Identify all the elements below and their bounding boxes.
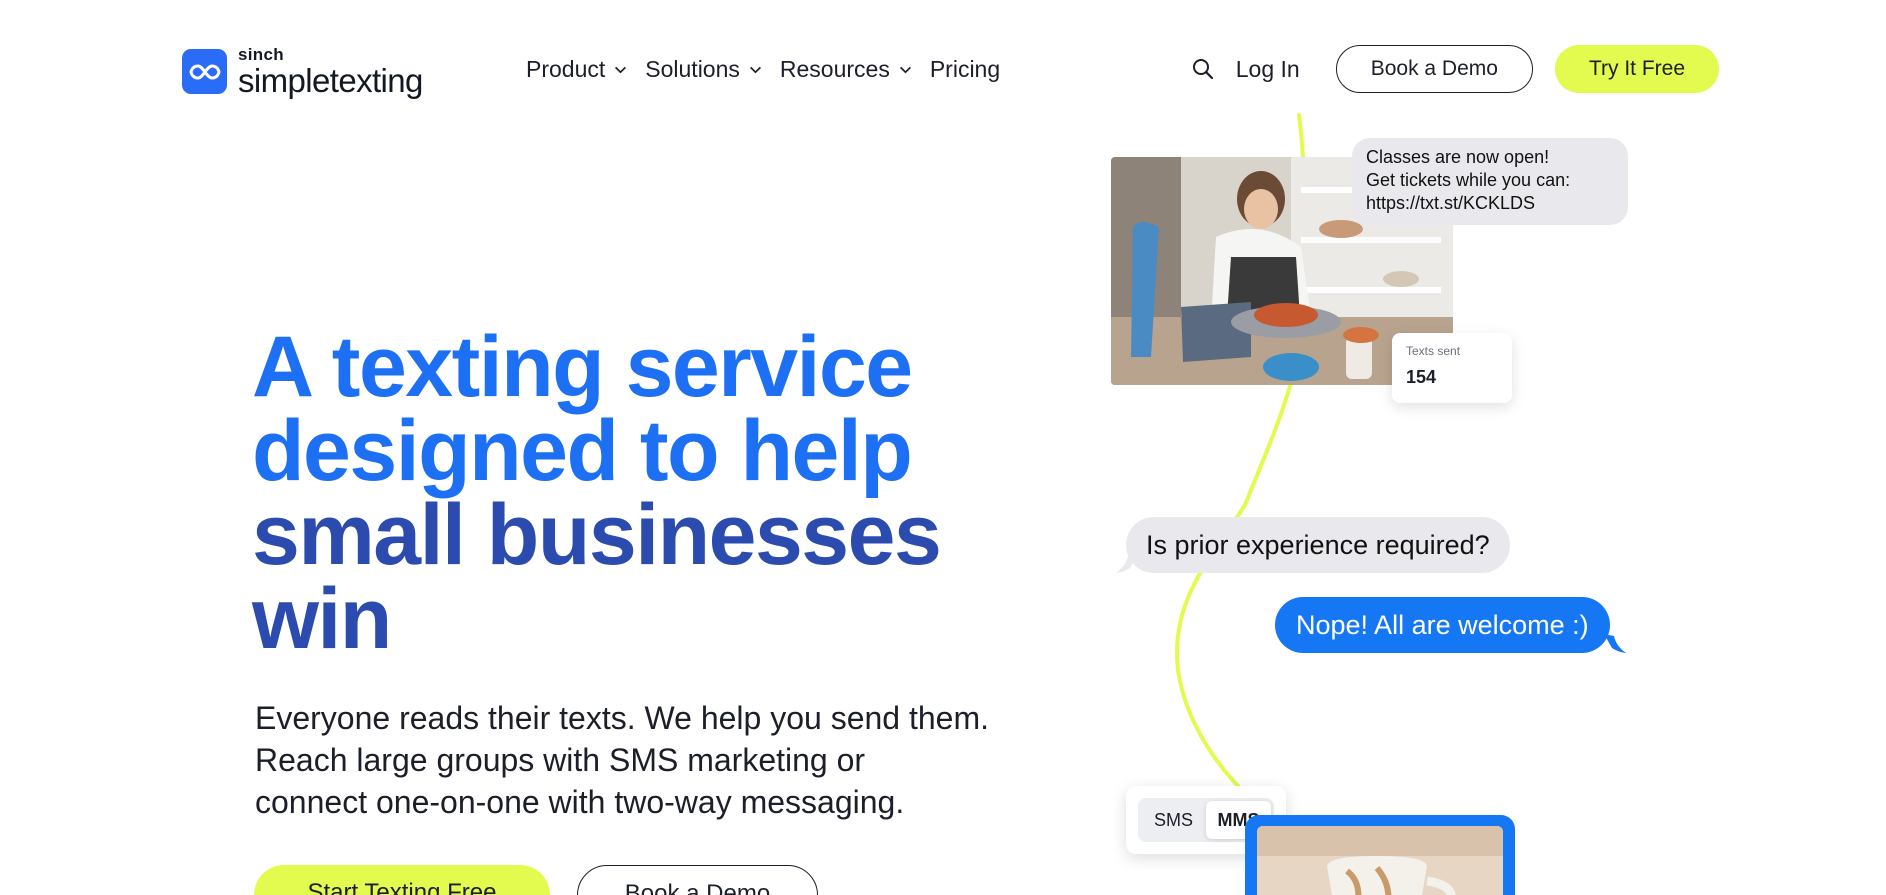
- phone-screen-image: [1257, 826, 1503, 895]
- hero-book-demo-button[interactable]: Book a Demo: [577, 865, 818, 895]
- hero-subtitle-line: connect one-on-one with two-way messagin…: [255, 784, 905, 820]
- main-nav: Product Solutions Resources Pricing: [522, 52, 1004, 87]
- phone-mockup: [1245, 815, 1515, 895]
- hero-title-line: small businesses: [252, 487, 942, 583]
- site-header: sinch simpletexting Product Solutions Re…: [0, 0, 1886, 140]
- nav-item-resources[interactable]: Resources: [776, 52, 916, 87]
- start-texting-free-button[interactable]: Start Texting Free: [254, 865, 550, 895]
- chevron-down-icon: [899, 66, 911, 74]
- search-icon[interactable]: [1188, 54, 1218, 84]
- message-line: Classes are now open!: [1366, 147, 1550, 167]
- stat-label: Texts sent: [1406, 344, 1461, 358]
- texts-sent-card: Texts sent 154: [1392, 333, 1512, 403]
- answer-bubble: Nope! All are welcome :): [1275, 597, 1610, 653]
- try-free-button[interactable]: Try It Free: [1554, 45, 1719, 93]
- hero-title-line: designed to help: [252, 403, 913, 499]
- nav-item-label: Product: [526, 56, 606, 82]
- nav-item-label: Resources: [779, 56, 890, 82]
- message-link: https://txt.st/KCKLDS: [1366, 193, 1536, 213]
- nav-item-label: Solutions: [645, 56, 740, 82]
- nav-item-pricing[interactable]: Pricing: [926, 52, 1004, 87]
- hero-subtitle-line: Reach large groups with SMS marketing or: [255, 742, 866, 778]
- hero-subtitle: Everyone reads their texts. We help you …: [255, 697, 1055, 823]
- hero-title-line: A texting service: [252, 319, 913, 415]
- hero-subtitle-line: Everyone reads their texts. We help you …: [255, 700, 990, 736]
- incoming-message-bubble: Classes are now open! Get tickets while …: [1352, 138, 1628, 225]
- logo[interactable]: sinch simpletexting: [182, 46, 423, 97]
- nav-item-product[interactable]: Product: [522, 52, 631, 87]
- logo-badge-icon: [182, 49, 227, 94]
- hero-title-line: win: [252, 571, 392, 667]
- logo-product-name: simpletexting: [238, 62, 423, 99]
- chevron-down-icon: [615, 66, 627, 74]
- nav-item-label: Pricing: [929, 56, 1001, 82]
- message-line: Get tickets while you can:: [1366, 170, 1571, 190]
- hero-title: A texting service designed to help small…: [252, 319, 972, 667]
- chevron-down-icon: [749, 66, 761, 74]
- header-actions: Log In Book a Demo Try It Free: [1188, 45, 1719, 93]
- book-demo-button[interactable]: Book a Demo: [1335, 45, 1533, 93]
- stat-value: 154: [1406, 367, 1437, 387]
- nav-item-solutions[interactable]: Solutions: [641, 52, 766, 87]
- login-link[interactable]: Log In: [1236, 56, 1300, 83]
- logo-company: sinch: [238, 45, 284, 64]
- question-bubble: Is prior experience required?: [1126, 517, 1510, 573]
- toggle-option-sms[interactable]: SMS: [1141, 801, 1206, 839]
